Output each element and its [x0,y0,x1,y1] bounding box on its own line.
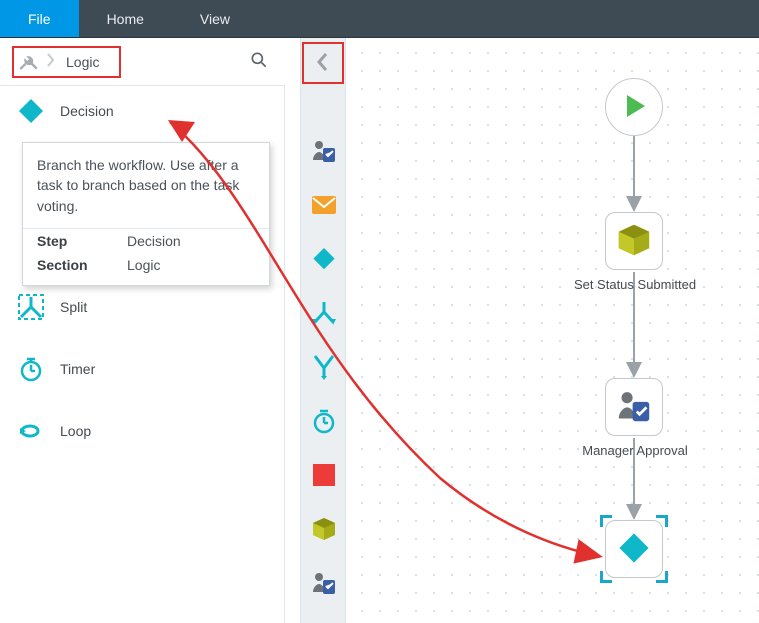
node-set-status-label: Set Status Submitted [565,276,705,294]
play-icon [619,91,649,124]
approval-icon [616,388,652,427]
breadcrumb-label: Logic [62,54,111,70]
node-set-status[interactable] [605,212,663,270]
tooltip-step-label: Step [37,233,127,249]
mini-mail-icon[interactable] [309,190,339,220]
mini-box-icon[interactable] [309,514,339,544]
toolbox-item-decision[interactable]: Decision [0,86,284,136]
chevron-right-icon [46,52,56,71]
chevron-left-icon [315,51,331,76]
mini-split-icon[interactable] [309,298,339,328]
mini-task2-icon[interactable] [309,568,339,598]
toolbox-item-loop[interactable]: Loop [0,406,284,456]
loop-icon [16,416,46,446]
tooltip-section-value: Logic [127,257,160,273]
mini-task-icon[interactable] [309,136,339,166]
mini-stop-icon[interactable] [309,460,339,490]
tooltip-step-value: Decision [127,233,181,249]
tools-icon [18,51,40,73]
node-manager-approval[interactable] [605,378,663,436]
menu-file[interactable]: File [0,0,79,37]
toolbox-item-label: Split [60,299,87,315]
menu-bar: File Home View [0,0,759,38]
toolbox-item-label: Timer [60,361,95,377]
toolbox-item-timer[interactable]: Timer [0,344,284,394]
timer-icon [16,354,46,384]
toolbox-item-split[interactable]: Split [0,282,284,332]
search-button[interactable] [245,48,273,76]
node-decision-selected[interactable] [605,520,663,578]
menu-home[interactable]: Home [79,0,172,37]
mini-toolstrip [300,38,346,623]
toolbox-toggle-button[interactable] [302,42,344,84]
breadcrumb[interactable]: Logic [12,46,121,78]
node-manager-approval-label: Manager Approval [565,442,705,460]
toolbox-tooltip: Branch the workflow. Use after a task to… [22,142,270,286]
box-icon [616,222,652,261]
mini-decision-icon[interactable] [309,244,339,274]
toolbox-item-label: Decision [60,103,114,119]
tooltip-section-label: Section [37,257,127,273]
tooltip-description: Branch the workflow. Use after a task to… [23,143,269,229]
toolbox-header: Logic [0,38,285,86]
decision-icon [16,96,46,126]
mini-timer-icon[interactable] [309,406,339,436]
decision-icon [617,531,651,568]
mini-merge-icon[interactable] [309,352,339,382]
node-start[interactable] [605,78,663,136]
workflow-canvas[interactable]: Set Status Submitted Manager Approval [347,38,759,623]
menu-view[interactable]: View [172,0,258,37]
split-icon [16,292,46,322]
toolbox-item-label: Loop [60,423,91,439]
search-icon [249,50,269,73]
